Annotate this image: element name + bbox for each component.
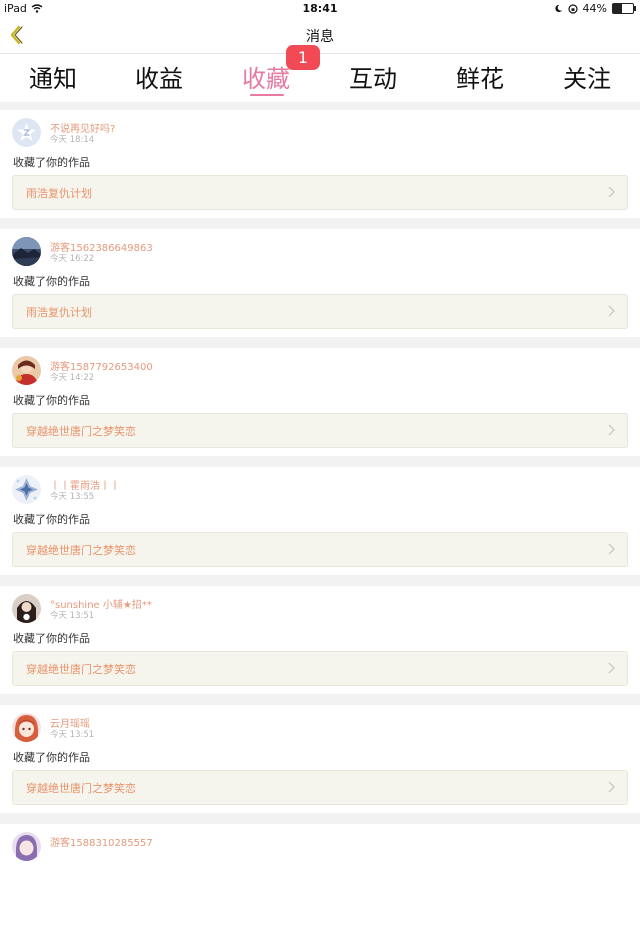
avatar[interactable] xyxy=(12,237,41,266)
chevron-right-icon xyxy=(608,305,615,317)
list-item: 丨丨霍雨浩丨丨 今天 13:55 收藏了你的作品 穿越绝世唐门之梦笑恋 xyxy=(0,467,640,575)
tab-earnings[interactable]: 收益 xyxy=(106,59,212,94)
page-title: 消息 xyxy=(306,29,334,45)
moon-icon xyxy=(554,4,562,13)
chevron-right-icon xyxy=(608,543,615,555)
work-title: 穿越绝世唐门之梦笑恋 xyxy=(26,425,136,438)
status-right: 44% xyxy=(554,2,636,15)
status-bar: iPad 18:41 44% xyxy=(0,0,640,18)
avatar[interactable] xyxy=(12,713,41,742)
chevron-right-icon xyxy=(608,186,615,198)
status-time: 18:41 xyxy=(302,2,338,15)
timestamp: 今天 16:22 xyxy=(50,254,95,264)
list-item: 游客1587792653400 今天 14:22 收藏了你的作品 穿越绝世唐门之… xyxy=(0,348,640,456)
work-link[interactable]: 穿越绝世唐门之梦笑恋 xyxy=(12,413,628,448)
chevron-right-icon xyxy=(608,781,615,793)
battery-icon xyxy=(612,3,636,14)
work-link[interactable]: 穿越绝世唐门之梦笑恋 xyxy=(12,770,628,805)
list-item: 游客1588310285557 xyxy=(0,824,640,932)
default-avatar-icon xyxy=(12,118,41,147)
timestamp: 今天 13:51 xyxy=(50,611,95,621)
work-title: 穿越绝世唐门之梦笑恋 xyxy=(26,782,136,795)
avatar[interactable] xyxy=(12,475,41,504)
work-title: 雨浩复仇计划 xyxy=(26,306,92,319)
timestamp: 今天 14:22 xyxy=(50,373,95,383)
timestamp: 今天 13:51 xyxy=(50,730,95,740)
work-title: 雨浩复仇计划 xyxy=(26,187,92,200)
work-link[interactable]: 雨浩复仇计划 xyxy=(12,175,628,210)
chevron-right-icon xyxy=(608,662,615,674)
anime-girl-avatar-icon xyxy=(12,713,41,742)
unread-badge: 1 xyxy=(286,45,320,70)
list-item: 游客1562386649863 今天 16:22 收藏了你的作品 雨浩复仇计划 xyxy=(0,229,640,337)
avatar[interactable] xyxy=(12,832,41,861)
tab-interactions[interactable]: 互动 xyxy=(320,59,426,94)
action-text: 收藏了你的作品 xyxy=(13,632,90,645)
action-text: 收藏了你的作品 xyxy=(13,275,90,288)
tab-notifications[interactable]: 通知 xyxy=(0,59,106,94)
dark-figure-avatar-icon xyxy=(12,594,41,623)
red-figure-avatar-icon xyxy=(12,356,41,385)
work-link[interactable]: 穿越绝世唐门之梦笑恋 xyxy=(12,651,628,686)
avatar[interactable] xyxy=(12,118,41,147)
chevron-right-icon xyxy=(608,424,615,436)
landscape-avatar-icon xyxy=(12,237,41,266)
work-title: 穿越绝世唐门之梦笑恋 xyxy=(26,544,136,557)
battery-text: 44% xyxy=(582,2,607,15)
nav-bar: 消息 xyxy=(0,18,640,54)
username[interactable]: 游客1588310285557 xyxy=(50,834,153,849)
avatar[interactable] xyxy=(12,356,41,385)
tab-bar: 通知 收益 收藏 互动 鲜花 关注 xyxy=(0,54,640,102)
action-text: 收藏了你的作品 xyxy=(13,751,90,764)
rotation-lock-icon xyxy=(567,3,578,14)
timestamp: 今天 18:14 xyxy=(50,135,95,145)
purple-figure-avatar-icon xyxy=(12,832,41,861)
battery-fill xyxy=(613,4,622,13)
work-link[interactable]: 穿越绝世唐门之梦笑恋 xyxy=(12,532,628,567)
tab-follows[interactable]: 关注 xyxy=(534,59,640,94)
avatar[interactable] xyxy=(12,594,41,623)
list-item: °sunshine 小辅★招** 今天 13:51 收藏了你的作品 穿越绝世唐门… xyxy=(0,586,640,694)
action-text: 收藏了你的作品 xyxy=(13,394,90,407)
timestamp: 今天 13:55 xyxy=(50,492,95,502)
tab-flowers[interactable]: 鲜花 xyxy=(427,59,533,94)
work-title: 穿越绝世唐门之梦笑恋 xyxy=(26,663,136,676)
work-link[interactable]: 雨浩复仇计划 xyxy=(12,294,628,329)
crystal-avatar-icon xyxy=(12,475,41,504)
action-text: 收藏了你的作品 xyxy=(13,156,90,169)
action-text: 收藏了你的作品 xyxy=(13,513,90,526)
active-tab-indicator xyxy=(250,94,284,96)
list-item: 云月瑶瑶 今天 13:51 收藏了你的作品 穿越绝世唐门之梦笑恋 xyxy=(0,705,640,813)
list-item: 不说再见好吗? 今天 18:14 收藏了你的作品 雨浩复仇计划 xyxy=(0,110,640,218)
